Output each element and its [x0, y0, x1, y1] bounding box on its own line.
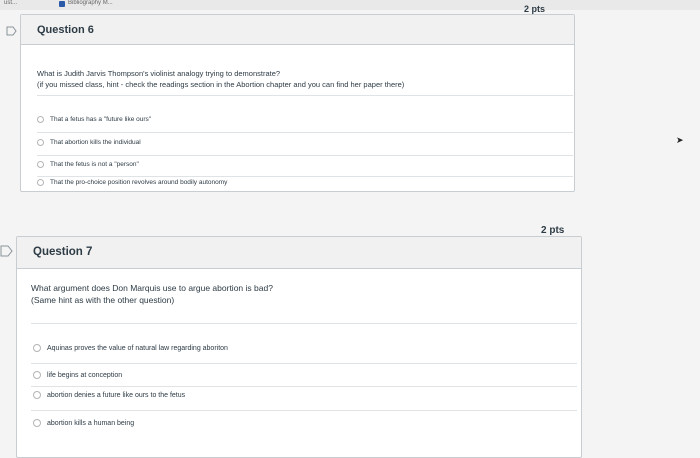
- answer-label: That the fetus is not a "person": [50, 161, 139, 168]
- radio-button[interactable]: [37, 179, 44, 186]
- answer-label: abortion denies a future like ours to th…: [47, 391, 186, 399]
- divider: [31, 410, 577, 411]
- radio-button[interactable]: [33, 391, 41, 399]
- question-6-prompt-line2: (if you missed class, hint - check the r…: [37, 79, 405, 89]
- radio-button[interactable]: [37, 161, 44, 168]
- question-7-answer-3[interactable]: abortion denies a future like ours to th…: [33, 391, 563, 399]
- answer-label: That a fetus has a "future like ours": [50, 116, 152, 123]
- answer-label: abortion kills a human being: [47, 419, 135, 427]
- divider: [31, 323, 577, 324]
- question-7-answer-4[interactable]: abortion kills a human being: [33, 419, 563, 427]
- question-7-prompt-line1: What argument does Don Marquis use to ar…: [31, 283, 273, 293]
- answer-label: That the pro-choice position revolves ar…: [50, 179, 228, 186]
- divider: [37, 155, 573, 156]
- question-6-answer-3[interactable]: That the fetus is not a "person": [37, 161, 557, 168]
- question-7-points: 2 pts: [541, 225, 565, 236]
- question-7-card: Question 7 What argument does Don Marqui…: [16, 236, 582, 458]
- radio-button[interactable]: [33, 419, 41, 427]
- question-7-header: Question 7: [17, 237, 581, 269]
- divider: [31, 363, 577, 364]
- flag-question-icon[interactable]: [6, 25, 18, 37]
- question-6-title: Question 6: [37, 24, 94, 36]
- radio-button[interactable]: [33, 371, 41, 379]
- browser-tab-bibliography[interactable]: Bibliography M...: [68, 0, 113, 6]
- bookmark-icon: [59, 1, 65, 7]
- divider: [37, 176, 573, 177]
- divider: [37, 132, 573, 133]
- question-6-answer-1[interactable]: That a fetus has a "future like ours": [37, 116, 557, 123]
- answer-label: Aquinas proves the value of natural law …: [47, 344, 228, 352]
- mouse-cursor-icon: ➤: [676, 135, 684, 145]
- answer-label: That abortion kills the individual: [50, 139, 141, 146]
- radio-button[interactable]: [37, 116, 44, 123]
- radio-button[interactable]: [37, 139, 44, 146]
- radio-button[interactable]: [33, 344, 41, 352]
- question-7-answer-2[interactable]: life begins at conception: [33, 371, 563, 379]
- flag-question-icon[interactable]: [0, 244, 14, 258]
- question-6-answer-4[interactable]: That the pro-choice position revolves ar…: [37, 179, 557, 186]
- question-6-prompt: What is Judith Jarvis Thompson's violini…: [37, 69, 567, 91]
- answer-label: life begins at conception: [47, 371, 123, 379]
- question-6-prompt-line1: What is Judith Jarvis Thompson's violini…: [37, 69, 281, 78]
- question-7-prompt: What argument does Don Marquis use to ar…: [31, 282, 571, 307]
- question-6-points: 2 pts: [524, 4, 546, 14]
- question-6-header: Question 6: [21, 15, 574, 45]
- question-6-card: Question 6 What is Judith Jarvis Thompso…: [20, 14, 575, 192]
- divider: [31, 386, 577, 387]
- question-7-prompt-line2: (Same hint as with the other question): [31, 295, 175, 306]
- question-7-answer-1[interactable]: Aquinas proves the value of natural law …: [33, 344, 563, 352]
- question-6-answer-2[interactable]: That abortion kills the individual: [37, 139, 557, 146]
- question-7-title: Question 7: [33, 246, 93, 258]
- divider: [37, 95, 573, 96]
- browser-tab-fragment[interactable]: ust...: [4, 0, 17, 6]
